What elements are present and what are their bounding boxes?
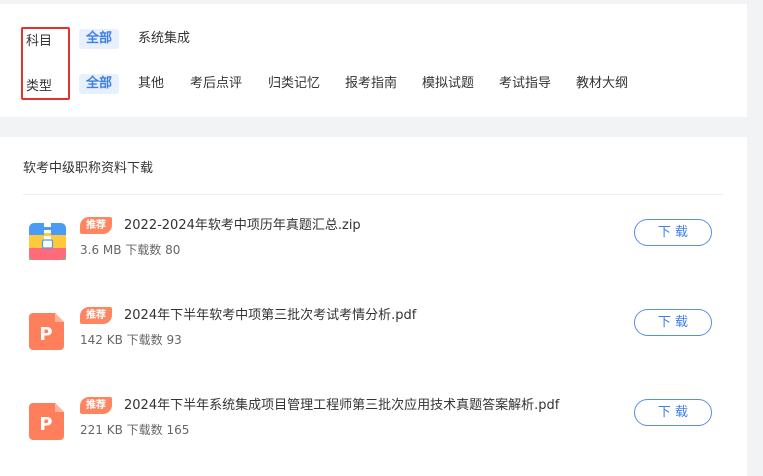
subject-option-all[interactable]: 全部 [79, 29, 120, 49]
file-name[interactable]: 2024年下半年系统集成项目管理工程师第三批次应用技术真题答案解析.pdf [124, 397, 559, 414]
recommend-badge: 推荐 [80, 307, 112, 324]
type-option-guide[interactable]: 报考指南 [345, 74, 397, 94]
pdf-file-icon: P [29, 403, 64, 440]
subject-filter-row: 科目 全部 系统集成 [0, 27, 747, 51]
type-option-exam-guidance[interactable]: 考试指导 [499, 74, 551, 94]
divider [23, 194, 723, 195]
type-option-mock[interactable]: 模拟试题 [422, 74, 474, 94]
type-option-syllabus[interactable]: 教材大纲 [576, 74, 628, 94]
file-name[interactable]: 2024年下半年软考中项第三批次考试考情分析.pdf [124, 307, 416, 324]
svg-text:P: P [39, 324, 52, 345]
download-button[interactable]: 下 载 [634, 219, 712, 246]
type-option-memory[interactable]: 归类记忆 [268, 74, 320, 94]
pdf-file-icon: P [29, 313, 64, 350]
file-meta: 3.6 MB 下载数 80 [80, 243, 181, 257]
file-meta: 142 KB 下载数 93 [80, 333, 182, 347]
type-option-all[interactable]: 全部 [79, 74, 120, 94]
filter-panel: 科目 全部 系统集成 类型 全部 其他 考后点评 归类记忆 报考指南 模拟试题 … [0, 4, 747, 117]
type-filter-row: 类型 全部 其他 考后点评 归类记忆 报考指南 模拟试题 考试指导 教材大纲 [0, 72, 747, 96]
list-title: 软考中级职称资料下载 [23, 161, 154, 176]
recommend-badge: 推荐 [80, 217, 112, 234]
file-row: P 推荐 2024年下半年系统集成项目管理工程师第三批次应用技术真题答案解析.p… [0, 397, 747, 447]
subject-option-system-integration[interactable]: 系统集成 [138, 29, 190, 49]
type-option-review[interactable]: 考后点评 [190, 74, 242, 94]
download-button[interactable]: 下 载 [634, 399, 712, 426]
type-label: 类型 [26, 78, 53, 94]
file-row: P 推荐 2024年下半年软考中项第三批次考试考情分析.pdf 142 KB 下… [0, 307, 747, 357]
type-option-other[interactable]: 其他 [138, 74, 164, 94]
recommend-badge: 推荐 [80, 397, 112, 414]
download-button[interactable]: 下 载 [634, 309, 712, 336]
file-meta: 221 KB 下载数 165 [80, 423, 190, 437]
file-row: 推荐 2022-2024年软考中项历年真题汇总.zip 3.6 MB 下载数 8… [0, 217, 747, 267]
file-name[interactable]: 2022-2024年软考中项历年真题汇总.zip [124, 217, 361, 234]
zip-file-icon [29, 223, 66, 260]
subject-label: 科目 [26, 33, 53, 49]
svg-text:P: P [39, 414, 52, 435]
download-list-panel: 软考中级职称资料下载 推荐 2022-2024年软考中项历年真题汇总.zip 3… [0, 137, 747, 476]
